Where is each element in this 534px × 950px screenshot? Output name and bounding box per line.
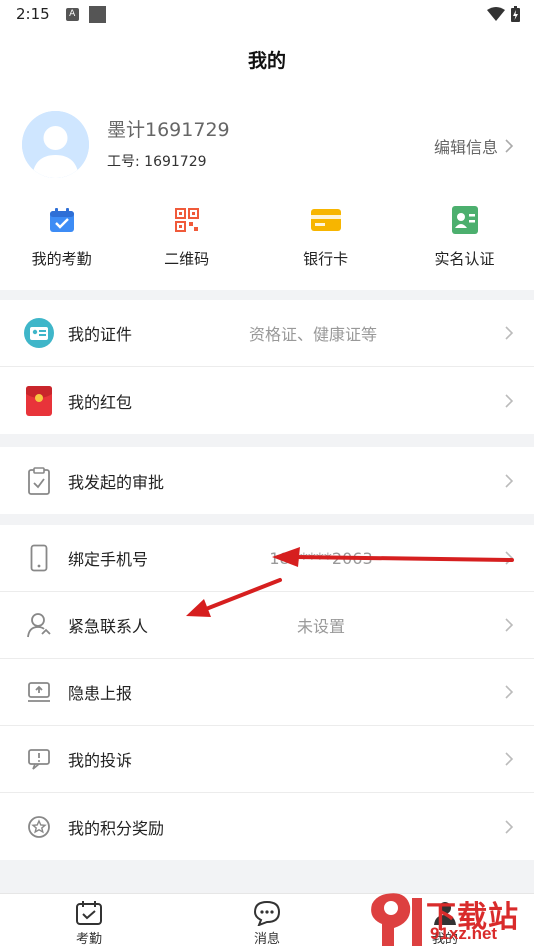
menu-group-settings: 绑定手机号 183****2063 紧急联系人 未设置 隐患上报 我的投诉 我的… <box>0 525 534 860</box>
menu-group-approvals: 我发起的审批 <box>0 447 534 514</box>
menu-item-red-packets[interactable]: 我的红包 <box>0 367 534 434</box>
attendance-icon <box>49 208 74 232</box>
chevron-right-icon <box>505 618 514 632</box>
quick-action-id-verify[interactable]: 实名认证 <box>395 205 534 275</box>
wifi-icon <box>487 7 505 21</box>
avatar[interactable] <box>22 111 89 178</box>
quick-action-qr-code[interactable]: 二维码 <box>117 205 256 275</box>
menu-item-value: 183****2063 <box>269 548 373 568</box>
quick-action-label: 实名认证 <box>434 250 495 268</box>
tab-label: 消息 <box>253 932 280 947</box>
employee-id-value: 1691729 <box>144 154 207 170</box>
attendance-tab-icon <box>76 901 102 925</box>
quick-action-label: 银行卡 <box>303 250 349 268</box>
menu-item-label: 我的投诉 <box>68 751 133 770</box>
chevron-right-icon <box>505 819 514 834</box>
default-avatar-icon <box>22 111 89 178</box>
chevron-right-icon <box>505 393 514 408</box>
qr-code-icon <box>174 208 199 232</box>
chevron-right-icon <box>505 752 514 766</box>
menu-group-documents: 我的证件 资格证、健康证等 我的红包 <box>0 300 534 434</box>
menu-item-points-rewards[interactable]: 我的积分奖励 <box>0 793 534 860</box>
tab-label: 考勤 <box>75 932 102 947</box>
chevron-right-icon <box>505 685 514 699</box>
chevron-right-icon <box>505 139 514 153</box>
menu-item-complaints[interactable]: 我的投诉 <box>0 726 534 793</box>
chevron-right-icon <box>505 551 514 565</box>
edit-info-button[interactable]: 编辑信息 <box>434 134 514 158</box>
menu-item-label: 我的积分奖励 <box>68 818 165 838</box>
edit-info-label: 编辑信息 <box>433 138 498 157</box>
menu-item-label: 我发起的审批 <box>68 472 165 492</box>
menu-item-label: 紧急联系人 <box>68 617 149 636</box>
id-verify-icon <box>451 206 478 234</box>
report-icon <box>28 682 50 702</box>
page-header: 我的 <box>0 28 534 90</box>
bank-card-icon <box>310 209 341 231</box>
phone-icon <box>30 544 48 572</box>
page-title: 我的 <box>247 49 286 72</box>
quick-action-label: 我的考勤 <box>31 250 92 268</box>
menu-item-hazard-report[interactable]: 隐患上报 <box>0 659 534 726</box>
menu-item-emergency-contact[interactable]: 紧急联系人 未设置 <box>0 592 534 659</box>
profile-card: 墨计1691729 工号: 1691729 编辑信息 我的考勤 二维码 银行卡 … <box>0 90 534 290</box>
employee-id: 工号: 1691729 <box>107 151 207 171</box>
quick-action-attendance[interactable]: 我的考勤 <box>0 205 117 275</box>
watermark-url: 91xz.net <box>430 924 498 943</box>
menu-item-value: 资格证、健康证等 <box>249 325 378 344</box>
status-bar: 2:15 A <box>0 0 534 28</box>
watermark-logo-icon <box>371 893 422 946</box>
contact-icon <box>27 613 51 638</box>
quick-actions: 我的考勤 二维码 银行卡 实名认证 <box>0 205 534 275</box>
certificate-icon <box>24 318 54 348</box>
menu-item-bind-phone[interactable]: 绑定手机号 183****2063 <box>0 525 534 592</box>
menu-item-value: 未设置 <box>297 617 346 636</box>
clipboard-icon <box>28 466 50 495</box>
notification-a-icon: A <box>65 7 79 21</box>
menu-item-label: 隐患上报 <box>68 684 133 703</box>
user-name: 墨计1691729 <box>107 119 230 141</box>
menu-item-certificates[interactable]: 我的证件 资格证、健康证等 <box>0 300 534 367</box>
chevron-right-icon <box>505 326 514 340</box>
complaint-icon <box>28 749 50 770</box>
watermark: 下载站 91xz.net <box>364 888 534 950</box>
quick-action-label: 二维码 <box>164 250 210 268</box>
menu-item-my-approvals[interactable]: 我发起的审批 <box>0 447 534 514</box>
menu-item-label: 绑定手机号 <box>68 550 149 569</box>
tab-attendance[interactable]: 考勤 <box>0 894 178 950</box>
tab-messages[interactable]: 消息 <box>178 894 356 950</box>
employee-id-label: 工号: <box>107 154 140 170</box>
battery-icon <box>511 6 520 22</box>
red-packet-icon <box>26 385 52 416</box>
chevron-right-icon <box>505 473 514 488</box>
menu-item-label: 我的证件 <box>68 325 133 344</box>
message-tab-icon <box>253 900 281 926</box>
status-time: 2:15 <box>16 5 50 23</box>
quick-action-bank-card[interactable]: 银行卡 <box>256 205 395 275</box>
menu-item-label: 我的红包 <box>68 392 133 412</box>
notification-square-icon <box>88 5 106 23</box>
points-icon <box>28 815 50 838</box>
